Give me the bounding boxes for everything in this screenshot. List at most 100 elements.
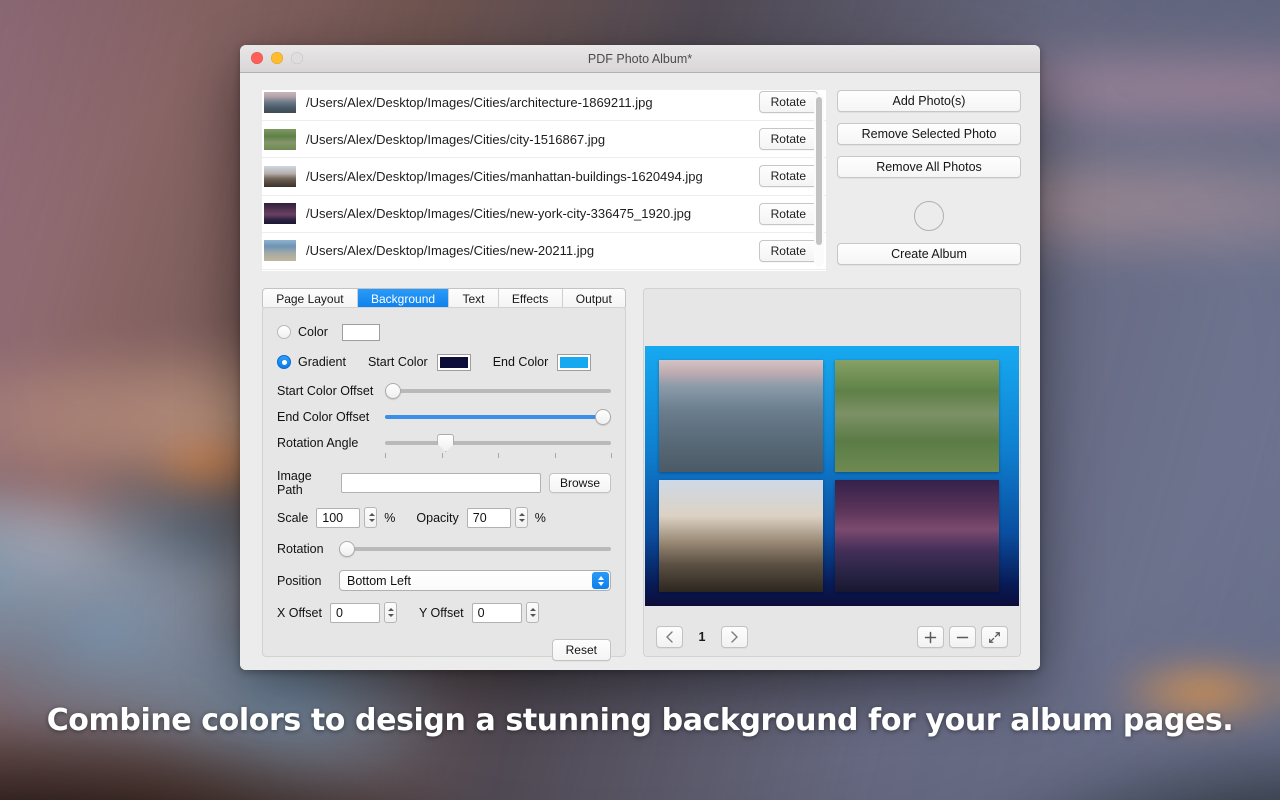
rotate-button[interactable]: Rotate (758, 128, 818, 151)
plus-icon (924, 631, 937, 643)
slider-thumb[interactable] (339, 541, 355, 557)
slider-thumb[interactable] (385, 383, 401, 399)
photo-thumbnail (264, 91, 296, 113)
preview-photo (659, 360, 823, 472)
color-label: Color (298, 325, 328, 339)
create-album-button[interactable]: Create Album (837, 243, 1021, 265)
end-color-swatch[interactable] (557, 353, 592, 371)
x-offset-input[interactable] (329, 602, 380, 623)
remove-all-photos-button[interactable]: Remove All Photos (837, 156, 1021, 178)
zoom-out-button[interactable] (949, 626, 976, 648)
start-color-swatch-fill (439, 356, 468, 368)
gradient-radio[interactable] (277, 355, 291, 369)
expand-icon (989, 631, 1000, 643)
scale-stepper[interactable] (364, 507, 378, 528)
preview-zoom-controls (917, 626, 1008, 648)
zoom-in-button[interactable] (917, 626, 944, 648)
previous-page-button[interactable] (656, 626, 683, 648)
position-dropdown[interactable]: Bottom Left (339, 570, 611, 591)
y-offset-stepper[interactable] (525, 602, 539, 623)
tab-background[interactable]: Background (357, 289, 450, 309)
scrollbar-thumb[interactable] (816, 97, 822, 245)
window-content: /Users/Alex/Desktop/Images/Cities/archit… (240, 73, 1040, 670)
photo-list-scrollbar[interactable] (814, 94, 824, 267)
photo-thumbnail (264, 128, 296, 150)
photo-list-item[interactable]: /Users/Alex/Desktop/Images/Cities/manhat… (262, 158, 826, 196)
start-color-label: Start Color (367, 355, 428, 369)
rotation-slider[interactable] (339, 540, 611, 558)
tab-effects[interactable]: Effects (499, 289, 563, 309)
y-offset-input[interactable] (471, 602, 522, 623)
photo-list-item[interactable]: /Users/Alex/Desktop/Images/Cities/new-yo… (262, 195, 826, 233)
next-page-button[interactable] (721, 626, 748, 648)
chevron-updown-icon (592, 572, 609, 589)
browse-button[interactable]: Browse (548, 473, 611, 493)
color-mode-row: Color (277, 322, 611, 342)
window-titlebar[interactable]: PDF Photo Album* (240, 45, 1040, 73)
preview-photo (835, 360, 999, 472)
rotation-angle-slider[interactable] (385, 434, 612, 458)
preview-panel: 1 (643, 288, 1021, 657)
preview-photo (659, 480, 823, 592)
tab-page-layout[interactable]: Page Layout (263, 289, 358, 309)
opacity-label: Opacity (416, 510, 459, 525)
rotate-button[interactable]: Rotate (758, 239, 818, 262)
photo-list-item[interactable]: /Users/Alex/Desktop/Images/Cities/archit… (262, 90, 826, 122)
scale-label: Scale (277, 510, 309, 525)
position-label: Position (277, 573, 322, 588)
remove-selected-photo-button[interactable]: Remove Selected Photo (837, 123, 1021, 145)
photo-thumbnail (264, 240, 296, 262)
slider-track (385, 389, 611, 393)
x-offset-stepper[interactable] (383, 602, 397, 623)
y-offset-label: Y Offset (418, 605, 464, 620)
tab-text[interactable]: Text (449, 289, 499, 309)
image-path-input[interactable] (341, 473, 541, 493)
photo-actions-panel: Add Photo(s) Remove Selected Photo Remov… (837, 90, 1021, 265)
gradient-label: Gradient (298, 355, 346, 369)
color-swatch-fill (344, 326, 377, 338)
slider-fill (385, 415, 611, 419)
album-page-preview[interactable] (645, 346, 1019, 606)
app-window: PDF Photo Album* /Users/Alex/Desktop/Ima… (240, 45, 1040, 670)
reset-button[interactable]: Reset (551, 639, 611, 661)
photo-thumbnail (264, 203, 296, 225)
color-swatch[interactable] (341, 323, 380, 341)
rotate-button[interactable]: Rotate (758, 91, 818, 114)
page-number-label: 1 (698, 630, 706, 644)
slider-tickmarks (385, 453, 612, 459)
photo-list[interactable]: /Users/Alex/Desktop/Images/Cities/archit… (262, 90, 826, 271)
marketing-caption: Combine colors to design a stunning back… (46, 703, 1234, 738)
rotate-button[interactable]: Rotate (758, 165, 818, 188)
color-radio[interactable] (277, 325, 291, 339)
photo-path-label: /Users/Alex/Desktop/Images/Cities/new-yo… (306, 206, 692, 222)
scale-unit-label: % (384, 510, 396, 525)
photo-list-item[interactable]: /Users/Alex/Desktop/Images/Cities/new-20… (262, 232, 826, 270)
position-selected-value: Bottom Left (347, 574, 411, 588)
start-color-offset-row: Start Color Offset (277, 382, 611, 400)
preview-photo (835, 480, 999, 592)
photo-path-label: /Users/Alex/Desktop/Images/Cities/manhat… (306, 168, 703, 184)
rotation-angle-row: Rotation Angle (277, 434, 612, 458)
slider-thumb[interactable] (437, 434, 455, 452)
end-color-offset-row: End Color Offset (277, 408, 611, 426)
rotate-button[interactable]: Rotate (758, 202, 818, 225)
add-photos-button[interactable]: Add Photo(s) (837, 90, 1021, 112)
slider-tick (611, 453, 612, 458)
photo-path-label: /Users/Alex/Desktop/Images/Cities/new-20… (306, 243, 595, 259)
start-color-offset-slider[interactable] (385, 382, 611, 400)
tab-output[interactable]: Output (563, 289, 625, 309)
rotation-angle-label: Rotation Angle (277, 436, 359, 450)
photo-list-item[interactable]: /Users/Alex/Desktop/Images/Cities/city-1… (262, 121, 826, 159)
scale-input[interactable] (316, 507, 361, 528)
image-path-row: Image Path Browse (277, 469, 611, 497)
fullscreen-button[interactable] (981, 626, 1008, 648)
preview-pagination: 1 (656, 626, 748, 648)
end-color-label: End Color (492, 355, 549, 369)
slider-thumb[interactable] (595, 409, 611, 425)
start-color-swatch[interactable] (436, 353, 471, 371)
opacity-input[interactable] (466, 507, 511, 528)
chevron-left-icon (666, 631, 673, 643)
end-color-offset-label: End Color Offset (277, 410, 370, 424)
end-color-offset-slider[interactable] (385, 408, 611, 426)
opacity-stepper[interactable] (514, 507, 528, 528)
